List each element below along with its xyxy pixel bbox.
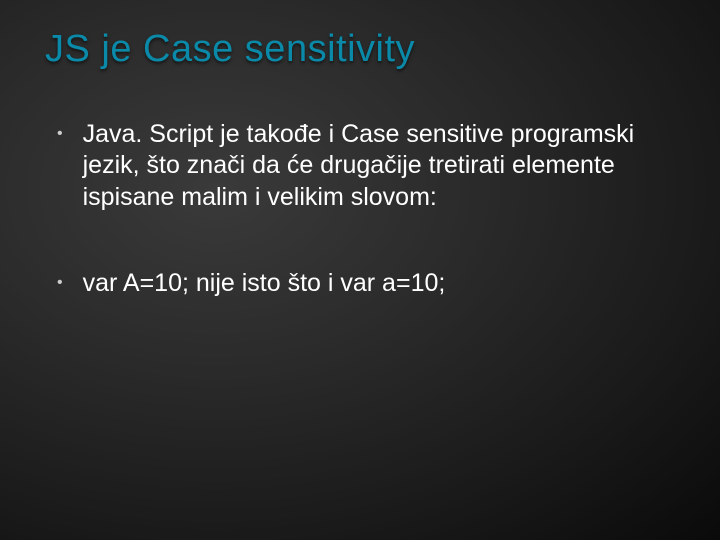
bullet-marker: • [57, 268, 63, 298]
slide-content: • Java. Script je takođe i Case sensitiv… [45, 119, 675, 299]
bullet-text: Java. Script je takođe i Case sensitive … [83, 119, 675, 213]
slide-container: JS je Case sensitivity • Java. Script je… [0, 0, 720, 540]
slide-title: JS je Case sensitivity [45, 28, 675, 71]
bullet-text: var A=10; nije isto što i var a=10; [83, 268, 446, 299]
bullet-marker: • [57, 119, 63, 149]
list-item: • Java. Script je takođe i Case sensitiv… [45, 119, 675, 213]
list-item: • var A=10; nije isto što i var a=10; [45, 268, 675, 299]
